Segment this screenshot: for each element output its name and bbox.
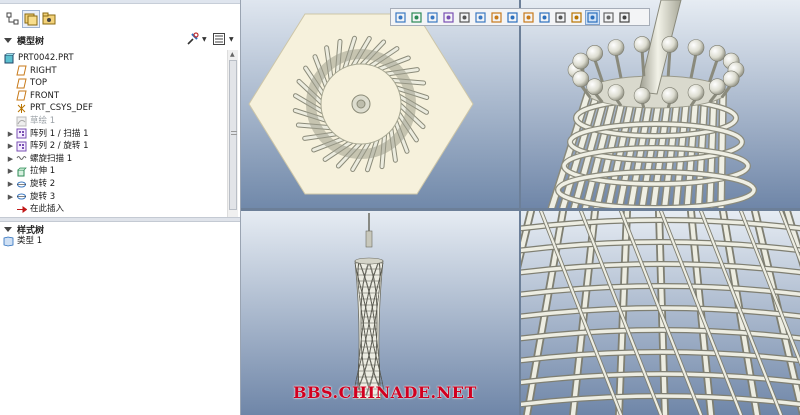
tree-item-label: TOP — [30, 78, 48, 89]
csys-display-icon[interactable] — [569, 10, 584, 25]
model-tree-list: PRT0042.PRT RIGHT TOP FRONT PRT_CSYS_DEF 草绘 1… — [0, 50, 226, 218]
tree-item-label: PRT_CSYS_DEF — [30, 103, 93, 114]
pattern-icon — [15, 141, 27, 152]
saved-views-icon[interactable] — [473, 10, 488, 25]
tree-item[interactable]: ▶ 旋转 2 — [6, 178, 55, 190]
layers-icon[interactable] — [489, 10, 504, 25]
tree-item[interactable]: RIGHT — [6, 65, 57, 77]
zoom-out-icon[interactable] — [425, 10, 440, 25]
perspective-icon[interactable] — [617, 10, 632, 25]
tree-scrollbar[interactable]: ▲ — [227, 50, 238, 218]
spin-center-icon[interactable] — [601, 10, 616, 25]
zoom-in-icon[interactable] — [409, 10, 424, 25]
part-icon — [3, 52, 15, 64]
tree-item[interactable]: PRT_CSYS_DEF — [6, 102, 93, 114]
layer-tree-title: 样式树 — [17, 225, 45, 236]
favorites-icon[interactable] — [40, 10, 58, 28]
navigator-toolbar — [0, 8, 240, 28]
watermark-text: BBS.CHINADE.NET — [293, 383, 477, 402]
model-tree-title: 模型树 — [17, 36, 45, 47]
style-icon — [2, 236, 14, 247]
collapse-triangle-icon[interactable] — [4, 226, 12, 232]
datum-plane-icon — [15, 65, 27, 76]
tree-item[interactable]: TOP — [6, 77, 47, 89]
revolve-icon — [15, 179, 27, 190]
expand-arrow-icon[interactable]: ▶ — [6, 128, 15, 140]
expand-arrow-icon[interactable]: ▶ — [6, 191, 15, 203]
viewport-lattice-closeup[interactable] — [521, 211, 800, 415]
csys-icon — [15, 103, 27, 114]
viewport-top-view[interactable] — [241, 0, 519, 208]
tree-item[interactable]: FRONT — [6, 90, 59, 102]
datum-points-icon[interactable] — [553, 10, 568, 25]
scroll-up-icon[interactable]: ▲ — [230, 51, 235, 58]
tree-item[interactable]: ▶ 拉伸 1 — [6, 165, 55, 177]
tree-item-label: 拉伸 1 — [30, 166, 56, 177]
scroll-thumb[interactable] — [229, 60, 237, 210]
settings-tools-icon[interactable] — [186, 32, 200, 46]
tree-item-label: 旋转 3 — [30, 191, 56, 202]
sketch-icon — [15, 116, 27, 127]
tree-item-label: PRT0042.PRT — [18, 53, 74, 63]
layer-tree-header[interactable]: 样式树 — [0, 222, 240, 236]
tree-item[interactable]: ▶ 阵列 1 / 扫描 1 — [6, 128, 89, 140]
expand-arrow-icon[interactable]: ▶ — [6, 165, 15, 177]
helical-sweep-icon — [15, 153, 27, 164]
expand-arrow-icon[interactable]: ▶ — [6, 178, 15, 190]
expand-arrow-icon[interactable]: ▶ — [6, 140, 15, 152]
tree-item-label: 旋转 2 — [30, 179, 56, 189]
tree-item-label: 在此插入 — [30, 204, 65, 215]
tree-item-label: RIGHT — [30, 65, 57, 76]
list-item[interactable]: 类型 1 — [2, 235, 42, 247]
settings-dropdown-icon[interactable]: ▼ — [202, 36, 207, 43]
show-columns-icon[interactable] — [212, 32, 226, 46]
tree-view-icon[interactable] — [4, 10, 22, 28]
display-style-icon[interactable] — [505, 10, 520, 25]
list-item-label: 类型 1 — [17, 236, 43, 246]
datum-plane-icon — [15, 90, 27, 101]
tree-item[interactable]: ▶ 阵列 2 / 旋转 1 — [6, 140, 89, 152]
datum-axes-icon[interactable] — [537, 10, 552, 25]
tree-item[interactable]: 草绘 1 — [6, 115, 55, 127]
pattern-icon — [15, 128, 27, 139]
refit-icon[interactable] — [441, 10, 456, 25]
graphics-window[interactable]: BBS.CHINADE.NET — [241, 0, 800, 415]
tree-item-label: 阵列 1 / 扫描 1 — [30, 128, 89, 139]
view-toolbar — [390, 8, 650, 26]
tree-item-label: 螺旋扫描 1 — [30, 153, 73, 164]
tree-item[interactable]: ▶ 旋转 3 — [6, 191, 55, 203]
zoom-window-icon[interactable] — [393, 10, 408, 25]
revolve-icon — [15, 191, 27, 202]
viewport-top-closeup[interactable] — [521, 0, 800, 208]
tree-item[interactable]: ▶ 螺旋扫描 1 — [6, 153, 72, 165]
model-tree-panel: 模型树 ▼ ▼ PRT0042.PRT RIGHT TOP FRONT PRT_CSYS… — [0, 0, 241, 415]
extrude-icon — [15, 166, 27, 177]
datum-planes-icon[interactable] — [521, 10, 536, 25]
tree-item[interactable]: PRT0042.PRT — [3, 52, 74, 64]
tree-item-label: 草绘 1 — [30, 116, 56, 126]
reorient-icon[interactable] — [457, 10, 472, 25]
datum-plane-icon — [15, 78, 27, 89]
insert-here-icon — [15, 204, 27, 215]
expand-arrow-icon[interactable]: ▶ — [6, 153, 15, 165]
show-dropdown-icon[interactable]: ▼ — [229, 36, 234, 43]
panel-top-strip — [0, 0, 240, 4]
tree-item-label: FRONT — [30, 90, 60, 101]
tree-item-label: 阵列 2 / 旋转 1 — [30, 141, 89, 152]
tree-item[interactable]: 在此插入 — [6, 203, 64, 215]
collapse-triangle-icon[interactable] — [4, 37, 12, 43]
folder-browser-icon[interactable] — [22, 10, 40, 28]
annotation-icon[interactable] — [585, 9, 600, 25]
